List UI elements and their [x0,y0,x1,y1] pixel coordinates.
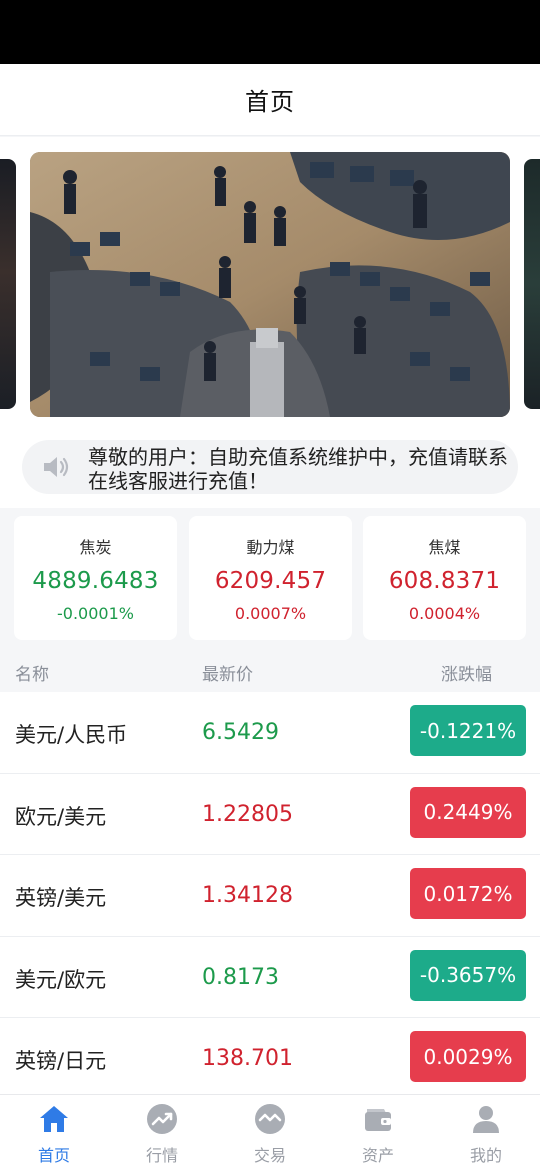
status-bar [0,0,540,64]
market-name: 美元/欧元 [15,967,107,992]
exchange-icon [255,1104,285,1134]
market-row[interactable]: 英镑/美元 1.34128 0.0172% [0,855,540,937]
quote-price: 6209.457 [214,568,327,594]
change-badge: 0.0172% [410,868,526,919]
market-row[interactable]: 英镑/日元 138.701 0.0029% [0,1018,540,1100]
market-price: 1.22805 [202,801,293,827]
speaker-icon [44,457,69,477]
banner-carousel[interactable] [0,137,540,431]
market-row[interactable]: 美元/人民币 6.5429 -0.1221% [0,692,540,774]
tab-label: 我的 [469,1146,502,1165]
tab-mine[interactable]: 我的 [432,1095,540,1170]
tab-label: 行情 [145,1146,178,1165]
market-name: 英镑/日元 [15,1049,107,1073]
notice-text: 尊敬的用户：自助充值系统维护中，充值请联系在线客服进行充值！ [88,445,508,493]
user-icon [473,1106,499,1133]
tab-trade[interactable]: 交易 [216,1095,324,1170]
banner-prev-slide[interactable] [0,159,16,409]
change-badge: 0.2449% [410,786,526,838]
bottom-tab-bar: 首页 行情 交易 资产 我的 [0,1094,540,1170]
market-name: 英镑/美元 [15,886,107,910]
market-row[interactable]: 美元/欧元 0.8173 -0.3657% [0,936,540,1018]
change-badge: -0.3657% [410,949,526,1001]
wallet-icon [365,1109,391,1131]
market-price: 6.5429 [202,720,279,745]
tab-label: 交易 [253,1146,286,1165]
quote-name: 焦炭 [79,538,112,557]
column-header-change: 涨跌幅 [441,665,492,685]
quote-card[interactable]: 動力煤 6209.457 0.0007% [189,516,352,640]
tab-label: 首页 [37,1146,70,1165]
tab-home[interactable]: 首页 [0,1095,108,1170]
tab-assets[interactable]: 资产 [324,1095,432,1170]
quote-card[interactable]: 焦炭 4889.6483 -0.0001% [14,516,177,640]
change-badge: -0.1221% [410,705,526,756]
column-header-name: 名称 [15,665,49,685]
quote-card[interactable]: 焦煤 608.8371 0.0004% [363,516,526,640]
quote-price: 4889.6483 [32,568,159,594]
column-header-price: 最新价 [202,665,253,685]
tab-label: 资产 [361,1146,394,1165]
notice-bar[interactable]: 尊敬的用户：自助充值系统维护中，充值请联系在线客服进行充值！ [22,440,518,494]
notice-section: 尊敬的用户：自助充值系统维护中，充值请联系在线客服进行充值！ [0,431,540,508]
quote-name: 動力煤 [246,538,295,557]
quote-change: 0.0007% [234,604,307,623]
tab-market[interactable]: 行情 [108,1095,216,1170]
banner-image[interactable] [30,152,510,417]
market-price: 138.701 [202,1046,293,1071]
market-name: 美元/人民币 [15,723,128,747]
market-price: 1.34128 [202,883,293,908]
quote-price: 608.8371 [388,568,501,594]
quote-change: -0.0001% [57,604,134,623]
market-list: 美元/人民币 6.5429 -0.1221% 欧元/美元 1.22805 0.2… [0,692,540,1100]
market-price: 0.8173 [202,964,279,990]
quote-cards: 焦炭 4889.6483 -0.0001% 動力煤 6209.457 0.000… [0,508,540,648]
home-icon [40,1106,68,1132]
trend-chart-icon [147,1104,177,1134]
page-header: 首页 [0,64,540,136]
banner-next-slide[interactable] [524,159,540,409]
market-row[interactable]: 欧元/美元 1.22805 0.2449% [0,773,540,855]
quote-name: 焦煤 [428,538,461,557]
quote-change: 0.0004% [408,604,481,623]
market-list-header: 名称 最新价 涨跌幅 [0,648,540,692]
trading-floor-photo [30,152,510,417]
market-name: 欧元/美元 [15,804,107,829]
page-title: 首页 [245,88,295,116]
change-badge: 0.0029% [410,1031,526,1082]
